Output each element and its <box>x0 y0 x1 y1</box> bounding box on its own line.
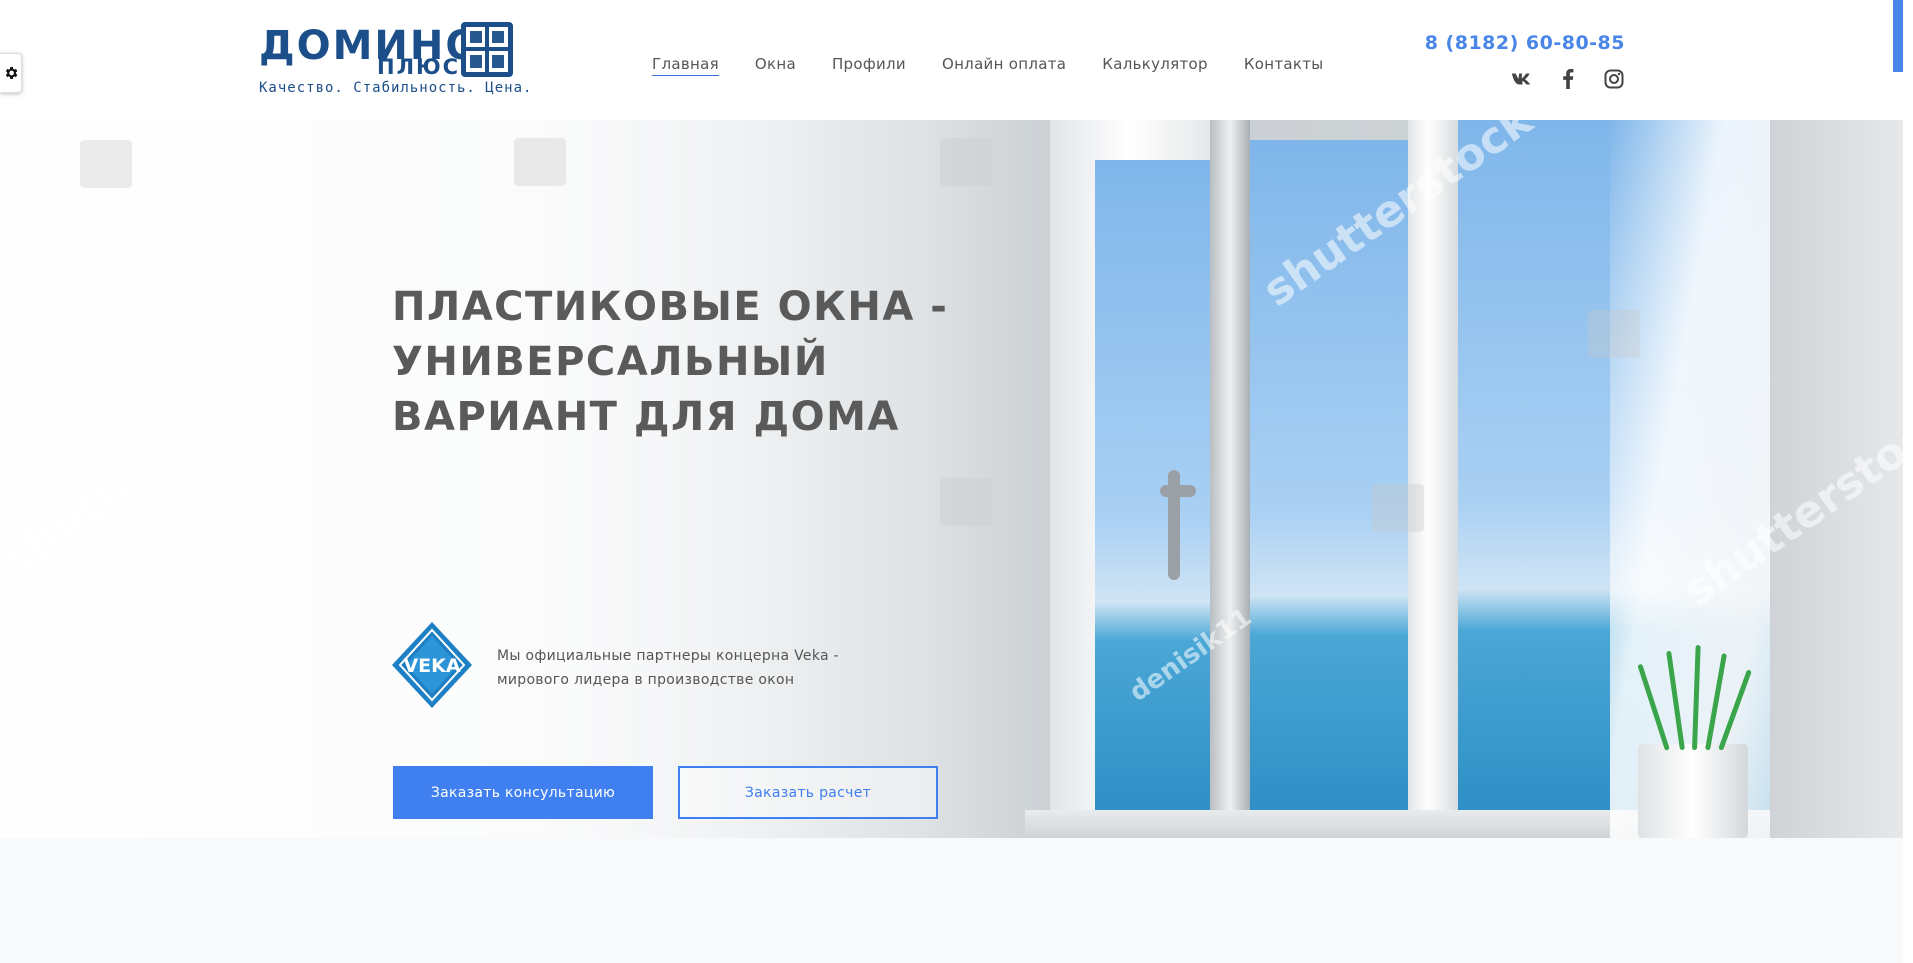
nav-item-profiles[interactable]: Профили <box>832 54 906 76</box>
site-logo[interactable]: ДОМИНО ПЛЮС Качество. Стабильность. Цена… <box>259 22 531 98</box>
veka-logo-text: VEKA <box>403 655 460 677</box>
order-calculation-button[interactable]: Заказать расчет <box>678 766 938 819</box>
facebook-icon[interactable] <box>1557 68 1579 90</box>
order-consultation-button[interactable]: Заказать консультацию <box>393 766 653 819</box>
vk-icon[interactable] <box>1511 68 1533 90</box>
hero-title-line: ПЛАСТИКОВЫЕ ОКНА - <box>392 284 949 330</box>
window-handle-grip <box>1160 485 1196 497</box>
hero-title-line: ВАРИАНТ ДЛЯ ДОМА <box>392 394 900 440</box>
logo-window-icon <box>461 22 513 77</box>
logo-tagline: Качество. Стабильность. Цена. <box>259 80 533 96</box>
instagram-icon[interactable] <box>1603 68 1625 90</box>
nav-item-home[interactable]: Главная <box>652 54 719 76</box>
nav-item-windows[interactable]: Окна <box>755 54 796 76</box>
hero-window-mullion <box>1210 120 1250 838</box>
settings-toggle[interactable] <box>0 53 22 93</box>
nav-item-online-payment[interactable]: Онлайн оплата <box>942 54 1066 76</box>
next-section <box>0 838 1903 963</box>
hero-window-frame-right <box>1408 120 1458 838</box>
hero-title: ПЛАСТИКОВЫЕ ОКНА - УНИВЕРСАЛЬНЫЙ ВАРИАНТ… <box>392 280 952 445</box>
watermark-logo <box>1588 310 1640 358</box>
watermark-logo <box>1372 484 1424 532</box>
watermark-logo <box>940 478 992 526</box>
hero-title-line: УНИВЕРСАЛЬНЫЙ <box>392 339 829 385</box>
social-links <box>1511 68 1625 90</box>
hero-banner: shutterstock shutterstock shutterstock d… <box>0 120 1903 838</box>
partner-line: мирового лидера в производстве окон <box>497 672 795 688</box>
nav-item-calculator[interactable]: Калькулятор <box>1102 54 1208 76</box>
site-header: ДОМИНО ПЛЮС Качество. Стабильность. Цена… <box>0 0 1903 120</box>
plant-pot <box>1638 744 1748 838</box>
veka-logo: VEKA <box>392 622 472 708</box>
phone-link[interactable]: 8 (8182) 60-80-85 <box>1425 32 1625 54</box>
logo-subword: ПЛЮС <box>377 55 461 79</box>
scroll-indicator <box>1893 0 1903 72</box>
watermark-logo <box>940 138 992 186</box>
partner-line: Мы официальные партнеры концерна Veka - <box>497 648 839 664</box>
hero-window-glass-left <box>1095 160 1223 810</box>
nav-item-contacts[interactable]: Контакты <box>1244 54 1324 76</box>
main-nav: Главная Окна Профили Онлайн оплата Кальк… <box>652 54 1359 76</box>
gear-icon <box>5 67 17 79</box>
watermark-logo <box>514 138 566 186</box>
partner-description: Мы официальные партнеры концерна Veka - … <box>497 644 877 692</box>
watermark-logo <box>80 140 132 188</box>
